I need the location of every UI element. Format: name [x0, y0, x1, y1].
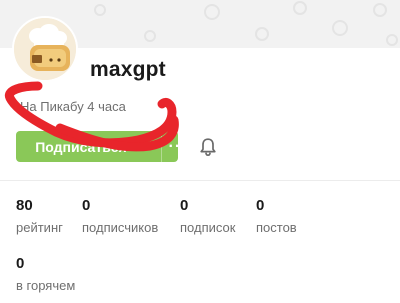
stat-value: 0 — [180, 197, 189, 214]
stat-subscriptions[interactable]: 0 подписок — [180, 197, 235, 235]
user-avatar[interactable] — [12, 16, 78, 82]
stat-label: рейтинг — [16, 220, 63, 235]
more-options-button[interactable]: ··· — [162, 131, 179, 162]
stat-subscribers[interactable]: 0 подписчиков — [82, 197, 158, 235]
username: maxgpt — [90, 58, 166, 81]
stat-label: в горячем — [16, 278, 76, 293]
bell-icon[interactable] — [199, 137, 217, 157]
section-divider — [0, 180, 400, 181]
subscribe-button[interactable]: Подписаться — [16, 131, 146, 162]
stat-value: 0 — [256, 197, 265, 214]
profile-page: maxgpt На Пикабу 4 часа Подписаться ··· … — [0, 0, 400, 303]
stat-label: постов — [256, 220, 297, 235]
stat-hot[interactable]: 0 в горячем — [16, 255, 75, 293]
stat-rating[interactable]: 80 рейтинг — [16, 197, 63, 235]
chef-toast-avatar-icon — [14, 18, 76, 80]
stat-label: подписчиков — [82, 220, 159, 235]
member-since: На Пикабу 4 часа — [20, 99, 126, 114]
stat-label: подписок — [180, 220, 236, 235]
stat-value: 0 — [16, 255, 25, 272]
stat-value: 0 — [82, 197, 91, 214]
stat-value: 80 — [16, 197, 33, 214]
subscribe-button-group: Подписаться ··· — [16, 131, 178, 162]
stat-posts[interactable]: 0 постов — [256, 197, 297, 235]
